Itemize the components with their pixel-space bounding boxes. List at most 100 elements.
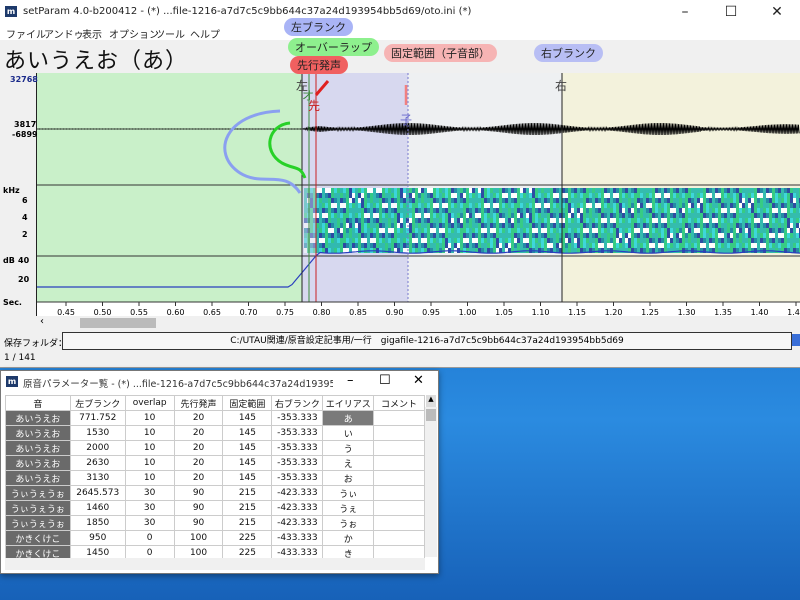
table-title-bar[interactable]: m 原音パラメーター覧 - (*) ...file-1216-a7d7c5c9b… <box>1 371 438 393</box>
table-close-icon[interactable]: ✕ <box>413 373 424 388</box>
table-cell[interactable] <box>373 425 425 441</box>
table-cell[interactable]: う <box>322 440 375 456</box>
table-cell[interactable]: 20 <box>173 425 224 441</box>
table-cell[interactable]: 225 <box>222 530 273 546</box>
scroll-thumb[interactable] <box>80 318 156 328</box>
title-bar[interactable]: m setParam 4.0-b200412 - (*) ...file-121… <box>0 0 800 24</box>
table-cell[interactable]: 145 <box>222 455 273 471</box>
close-icon[interactable]: ✕ <box>754 0 800 24</box>
table-row[interactable]: うぃうぇうぉ 1850 30 90 215 -423.333 うぉ <box>5 515 425 531</box>
table-cell[interactable]: 20 <box>173 440 224 456</box>
table-cell[interactable]: あいうえお <box>5 410 71 426</box>
table-scroll-thumb[interactable] <box>426 409 436 421</box>
table-cell[interactable]: うぃうぇうぉ <box>5 515 71 531</box>
table-cell[interactable] <box>373 440 425 456</box>
waveform-plot[interactable]: 0.45 0.50 0.55 0.60 0.65 0.70 0.75 0.80 0.85 0.90… <box>0 73 800 318</box>
table-cell[interactable]: -423.333 <box>271 500 324 516</box>
table-maximize-icon[interactable]: ☐ <box>379 373 391 388</box>
table-cell[interactable]: -353.333 <box>271 470 324 486</box>
table-row[interactable]: うぃうぇうぉ 1460 30 90 215 -423.333 うぇ <box>5 500 425 516</box>
table-cell[interactable]: 771.752 <box>69 410 126 426</box>
col-header[interactable]: 右ブランク <box>271 395 324 411</box>
table-cell[interactable]: 2000 <box>69 440 126 456</box>
table-cell[interactable]: 20 <box>173 455 224 471</box>
table-cell[interactable]: あいうえお <box>5 425 71 441</box>
table-cell[interactable]: うぃうぇうぉ <box>5 485 71 501</box>
table-cell[interactable]: 10 <box>124 440 175 456</box>
table-cell[interactable]: うぃうぇうぉ <box>5 500 71 516</box>
table-cell[interactable]: -353.333 <box>271 455 324 471</box>
table-cell[interactable]: 1460 <box>69 500 126 516</box>
table-cell[interactable]: 215 <box>222 500 273 516</box>
table-cell[interactable]: 100 <box>173 530 224 546</box>
table-cell[interactable]: え <box>322 455 375 471</box>
table-row[interactable]: かきくけこ 950 0 100 225 -433.333 か <box>5 530 425 546</box>
table-cell[interactable]: 0 <box>124 530 175 546</box>
table-cell[interactable]: -423.333 <box>271 485 324 501</box>
table-cell[interactable]: あいうえお <box>5 440 71 456</box>
table-cell[interactable]: 950 <box>69 530 126 546</box>
menu-file[interactable]: ファイル <box>6 26 46 41</box>
table-cell[interactable]: 30 <box>124 485 175 501</box>
scroll-left-icon[interactable]: ‹ <box>40 316 44 327</box>
table-cell[interactable]: -353.333 <box>271 425 324 441</box>
col-header[interactable]: 左ブランク <box>69 395 126 411</box>
col-header[interactable]: エイリアス <box>322 395 375 411</box>
menu-help[interactable]: ヘルプ <box>190 26 220 41</box>
minimize-icon[interactable]: – <box>662 0 708 24</box>
table-cell[interactable]: 30 <box>124 515 175 531</box>
table-cell[interactable]: 30 <box>124 500 175 516</box>
table-cell[interactable]: お <box>322 470 375 486</box>
menu-undo[interactable]: アンドゥ <box>44 26 84 41</box>
table-cell[interactable]: 90 <box>173 515 224 531</box>
table-cell[interactable]: うぇ <box>322 500 375 516</box>
table-row[interactable]: あいうえお 2630 10 20 145 -353.333 え <box>5 455 425 471</box>
table-cell[interactable] <box>373 515 425 531</box>
table-cell[interactable]: あいうえお <box>5 455 71 471</box>
table-cell[interactable]: 1850 <box>69 515 126 531</box>
table-cell[interactable]: 90 <box>173 500 224 516</box>
col-header[interactable]: 音 <box>5 395 71 411</box>
table-cell[interactable]: 1530 <box>69 425 126 441</box>
table-cell[interactable]: 20 <box>173 470 224 486</box>
folder-path-field[interactable]: C:/UTAU関連/原音設定記事用/一行 gigafile-1216-a7d7c… <box>62 332 792 350</box>
table-cell[interactable]: 215 <box>222 485 273 501</box>
col-header[interactable]: 先行発声 <box>173 395 224 411</box>
table-cell[interactable] <box>373 470 425 486</box>
table-vertical-scrollbar[interactable] <box>425 407 437 557</box>
menu-tools[interactable]: ツール <box>155 26 185 41</box>
plot-canvas[interactable]: 0.45 0.50 0.55 0.60 0.65 0.70 0.75 0.80 0.85 0.90… <box>0 73 800 318</box>
table-cell[interactable]: 2645.573 <box>69 485 126 501</box>
table-cell[interactable]: 10 <box>124 425 175 441</box>
table-cell[interactable]: 145 <box>222 470 273 486</box>
table-row[interactable]: あいうえお 2000 10 20 145 -353.333 う <box>5 440 425 456</box>
table-cell[interactable] <box>373 500 425 516</box>
table-cell[interactable]: かきくけこ <box>5 530 71 546</box>
col-header[interactable]: overlap <box>124 395 175 411</box>
menu-options[interactable]: オプション <box>109 26 159 41</box>
table-cell[interactable]: うぃ <box>322 485 375 501</box>
folder-icon[interactable] <box>792 334 800 346</box>
table-row[interactable]: あいうえお 1530 10 20 145 -353.333 い <box>5 425 425 441</box>
table-cell[interactable]: -423.333 <box>271 515 324 531</box>
table-cell[interactable] <box>373 410 425 426</box>
table-cell[interactable] <box>373 455 425 471</box>
table-cell[interactable]: 20 <box>173 410 224 426</box>
table-cell[interactable]: 90 <box>173 485 224 501</box>
table-cell[interactable]: 145 <box>222 410 273 426</box>
table-cell[interactable]: -353.333 <box>271 410 324 426</box>
table-cell[interactable] <box>373 530 425 546</box>
table-cell[interactable] <box>373 485 425 501</box>
table-cell[interactable]: あ <box>322 410 375 426</box>
table-cell[interactable]: 145 <box>222 440 273 456</box>
table-cell[interactable]: 3130 <box>69 470 126 486</box>
table-cell[interactable]: 10 <box>124 470 175 486</box>
table-cell[interactable]: 10 <box>124 455 175 471</box>
table-cell[interactable]: か <box>322 530 375 546</box>
table-scroll-up-icon[interactable]: ▲ <box>426 395 436 407</box>
col-header[interactable]: コメント <box>373 395 425 411</box>
table-minimize-icon[interactable]: – <box>347 373 354 388</box>
table-cell[interactable]: い <box>322 425 375 441</box>
table-cell[interactable]: あいうえお <box>5 470 71 486</box>
table-cell[interactable]: うぉ <box>322 515 375 531</box>
